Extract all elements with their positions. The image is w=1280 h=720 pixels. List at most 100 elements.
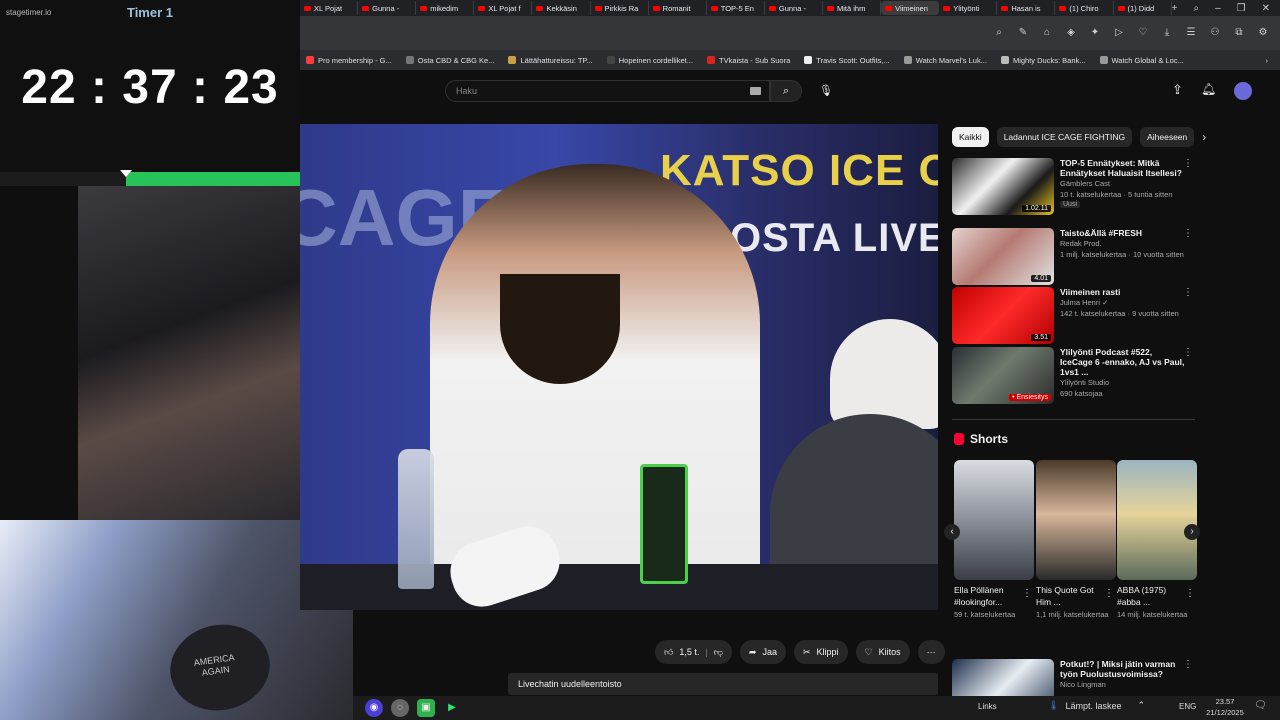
- heart-icon[interactable]: ♡: [1136, 26, 1150, 40]
- youtube-icon: [594, 5, 602, 11]
- more-vertical-icon[interactable]: ⋮: [1022, 588, 1032, 599]
- clip-button[interactable]: ✂ Klippi: [793, 640, 848, 664]
- chevron-right-icon[interactable]: ›: [1202, 130, 1206, 144]
- more-vertical-icon[interactable]: ⋮: [1183, 659, 1193, 670]
- browser-tab[interactable]: Hasan is: [997, 1, 1056, 15]
- short-item[interactable]: This Quote Got Him ... 1,1 milj. katselu…: [1036, 460, 1116, 620]
- extension-icon[interactable]: ✦: [1088, 26, 1102, 40]
- sidebar-icon[interactable]: ⧉: [1232, 26, 1246, 40]
- taskbar-links[interactable]: Links: [978, 702, 997, 711]
- chip-uploader[interactable]: Ladannut ICE CAGE FIGHTING: [996, 127, 1133, 147]
- shield-icon[interactable]: ◈: [1064, 26, 1078, 40]
- play-app-icon[interactable]: ▶: [443, 699, 461, 717]
- chevron-left-icon[interactable]: ‹: [944, 524, 960, 540]
- browser-tab[interactable]: Romanit: [649, 1, 707, 15]
- bookmark[interactable]: TVkaista - Sub Suora: [706, 56, 790, 65]
- browser-tab[interactable]: Mitä ihm: [823, 1, 882, 15]
- more-bookmarks-icon[interactable]: ›: [1266, 56, 1280, 65]
- video-player[interactable]: CAGE.F KATSO ICE CA OSTA LIVE: [300, 124, 938, 610]
- browser-tab[interactable]: (1) Chiro: [1055, 1, 1114, 15]
- bookmark[interactable]: Hopeinen cordelliket...: [606, 56, 693, 65]
- zoom-icon[interactable]: ⌕: [992, 26, 1006, 40]
- more-vertical-icon[interactable]: ⋮: [1183, 287, 1193, 298]
- browser-tab[interactable]: XL Pojat f: [474, 1, 533, 15]
- play-icon[interactable]: ▷: [1112, 26, 1126, 40]
- browser-tab[interactable]: Pirkkis Ra: [591, 1, 649, 15]
- system-clock[interactable]: 23.57 21/12/2025: [1200, 696, 1250, 718]
- browser-tab[interactable]: XL Pojat: [300, 1, 359, 15]
- search-input[interactable]: Haku: [445, 80, 770, 102]
- bookmark[interactable]: Watch Global & Loc...: [1099, 56, 1184, 65]
- short-thumbnail[interactable]: [1117, 460, 1197, 580]
- browser-tab[interactable]: Gunna -: [358, 1, 417, 15]
- video-thumbnail[interactable]: 3.51: [952, 287, 1054, 344]
- live-chat-replay-button[interactable]: Livechatin uudelleentoisto: [508, 673, 938, 695]
- minimize-icon[interactable]: –: [1215, 3, 1221, 14]
- restore-icon[interactable]: ❐: [1237, 3, 1246, 14]
- youtube-icon: [1059, 5, 1067, 11]
- browser-tab[interactable]: TOP-5 En: [707, 1, 765, 15]
- create-upload-icon[interactable]: ⇪: [1172, 82, 1183, 98]
- chip-related[interactable]: Aiheeseen: [1140, 127, 1195, 147]
- bookmark[interactable]: Osta CBD & CBG Ke...: [405, 56, 494, 65]
- chip-all[interactable]: Kaikki: [952, 127, 989, 147]
- recommendation-item[interactable]: 1.02.11 TOP-5 Ennätykset: Mitkä Ennätyks…: [952, 158, 1197, 216]
- weather-widget[interactable]: 🌡︎ Lämpt. laskee ⌃: [1048, 700, 1145, 711]
- input-language[interactable]: ENG: [1179, 702, 1196, 711]
- video-thumbnail[interactable]: • Ensiesitys: [952, 347, 1054, 404]
- recommendation-item[interactable]: 3.51 Viimeinen rasti Julma Henri ✓ 142 t…: [952, 287, 1197, 345]
- chat-app-icon[interactable]: ▣: [417, 699, 435, 717]
- more-vertical-icon[interactable]: ⋮: [1183, 158, 1193, 169]
- browser-tab[interactable]: Kekkäsin: [532, 1, 591, 15]
- menu-icon[interactable]: ☰: [1184, 26, 1198, 40]
- browser-tab-active[interactable]: Viimeinen: [881, 1, 940, 15]
- browser-tab[interactable]: Gunna -: [765, 1, 823, 15]
- voice-search-button[interactable]: 🎙︎: [815, 80, 837, 102]
- recommendation-item[interactable]: 4.01 Taisto&Ällä #FRESH Redak Prod. 1 mi…: [952, 228, 1197, 286]
- recommendation-item[interactable]: Potkut!? | Miksi jätin varman työn Puolu…: [952, 659, 1197, 696]
- video-thumbnail[interactable]: 4.01: [952, 228, 1054, 285]
- like-button[interactable]: 👍︎ 1,5 t. | 👎︎: [655, 640, 732, 664]
- share-button[interactable]: ➦ Jaa: [739, 640, 786, 664]
- home-icon[interactable]: ⌂: [1040, 26, 1054, 40]
- close-icon[interactable]: ✕: [1262, 3, 1270, 14]
- notifications-bell-icon[interactable]: 🔔︎: [1201, 82, 1216, 96]
- more-vertical-icon[interactable]: ⋮: [1185, 588, 1195, 599]
- more-vertical-icon[interactable]: ⋮: [1104, 588, 1114, 599]
- discord-icon[interactable]: ◉: [365, 699, 383, 717]
- chevron-right-icon[interactable]: ›: [1184, 524, 1200, 540]
- chevron-up-icon[interactable]: ⌃: [1137, 700, 1145, 711]
- more-actions-button[interactable]: ⋯: [917, 640, 945, 664]
- edit-icon[interactable]: ✎: [1016, 26, 1030, 40]
- profile-icon[interactable]: ⚇: [1208, 26, 1222, 40]
- keyboard-icon[interactable]: [750, 87, 761, 95]
- short-item[interactable]: ABBA (1975) #abba ... 14 milj. katseluke…: [1117, 460, 1197, 620]
- search-tabs-icon[interactable]: ⌕: [1193, 3, 1199, 14]
- bookmark[interactable]: Pro membership - G...: [306, 56, 392, 65]
- bookmark[interactable]: Travis Scott: Outfits,...: [804, 56, 890, 65]
- short-thumbnail[interactable]: [1036, 460, 1116, 580]
- thumbs-down-icon[interactable]: 👎︎: [714, 647, 723, 658]
- bookmark[interactable]: Watch Marvel's Luk...: [903, 56, 987, 65]
- download-icon[interactable]: ⤓: [1160, 26, 1174, 40]
- notification-center-icon[interactable]: 🗨︎: [1254, 700, 1267, 711]
- new-tab-icon[interactable]: +: [1172, 3, 1178, 14]
- avatar[interactable]: [1234, 82, 1252, 100]
- short-item[interactable]: Ella Pöllänen #lookingfor... 59 t. katse…: [954, 460, 1034, 620]
- settings-icon[interactable]: ⚙: [1256, 26, 1270, 40]
- browser-tab[interactable]: (1) Didd: [1114, 1, 1172, 15]
- video-thumbnail[interactable]: 1.02.11: [952, 158, 1054, 215]
- search-button[interactable]: ⌕: [770, 80, 802, 102]
- short-thumbnail[interactable]: [954, 460, 1034, 580]
- bookmark[interactable]: Lättähattureissu: TP...: [508, 56, 593, 65]
- more-vertical-icon[interactable]: ⋮: [1183, 347, 1193, 358]
- more-vertical-icon[interactable]: ⋮: [1183, 228, 1193, 239]
- bookmark[interactable]: Mighty Ducks: Bank...: [1000, 56, 1086, 65]
- video-thumbnail[interactable]: [952, 659, 1054, 696]
- video-overlay-headline: KATSO ICE CA: [660, 146, 938, 195]
- browser-tab[interactable]: mikedim: [416, 1, 475, 15]
- app-icon[interactable]: ◌: [391, 699, 409, 717]
- thanks-button[interactable]: ♡ Kiitos: [855, 640, 910, 664]
- browser-tab[interactable]: Ylityönti: [939, 1, 998, 15]
- recommendation-item[interactable]: • Ensiesitys Ylilyönti Podcast #522, Ice…: [952, 347, 1197, 405]
